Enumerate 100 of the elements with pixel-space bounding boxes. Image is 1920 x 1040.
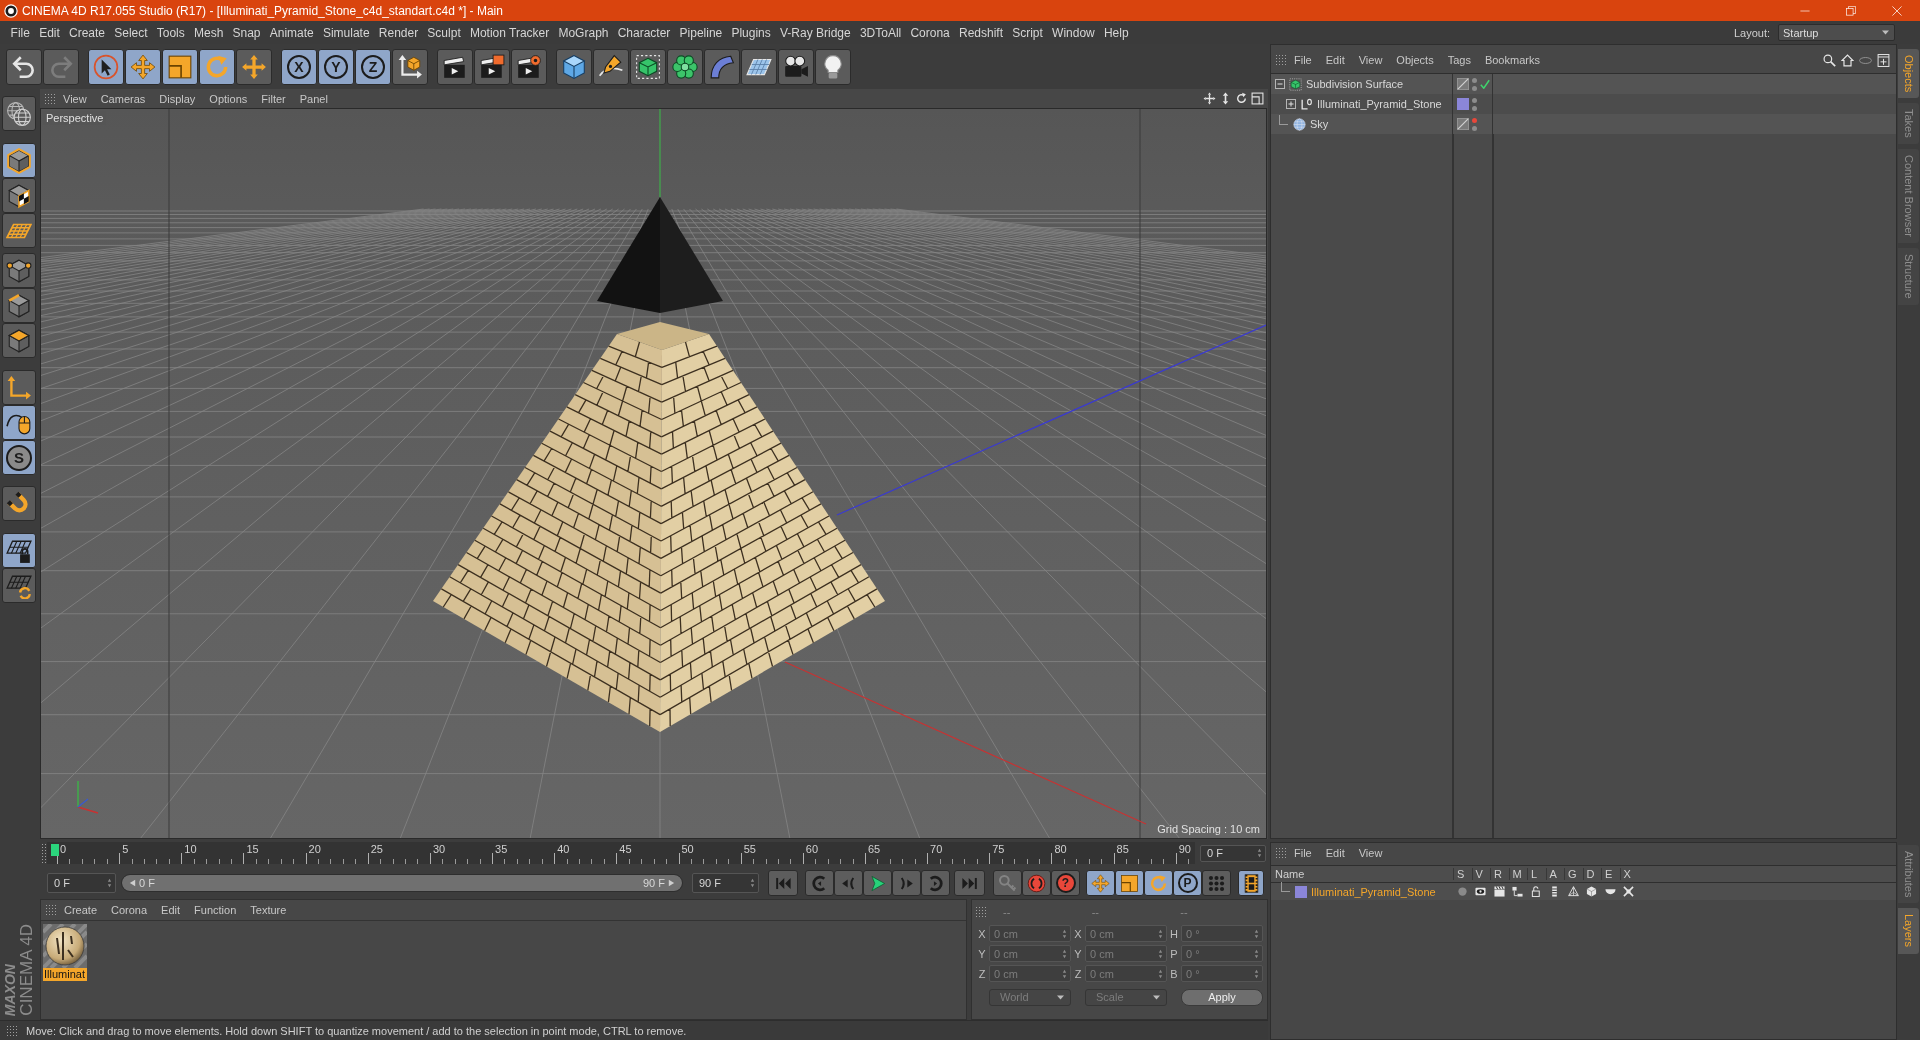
axis-lock-button[interactable]: Y [318, 48, 354, 85]
pyramid-outline-icon[interactable] [1567, 886, 1579, 897]
cube-button[interactable] [556, 48, 592, 85]
menu-item[interactable]: Edit [34, 21, 65, 44]
render-settings-button[interactable] [511, 48, 547, 85]
menu-item[interactable]: Redshift [954, 21, 1008, 44]
points-mode-button[interactable] [2, 253, 36, 288]
menu-item[interactable]: View [1351, 847, 1390, 859]
layer-row[interactable]: Illuminati_Pyramid_Stone [1271, 883, 1896, 900]
layer-color-swatch[interactable] [1457, 98, 1469, 110]
layer-name[interactable]: Illuminati_Pyramid_Stone [1311, 885, 1436, 898]
key-rotation-button[interactable] [1144, 870, 1173, 896]
menu-item[interactable]: Script [1007, 21, 1048, 44]
layer-color-swatch[interactable] [1295, 885, 1307, 898]
menu-item[interactable]: Sculpt [422, 21, 466, 44]
layout-dropdown[interactable]: Startup [1778, 24, 1895, 41]
menu-item[interactable]: Texture [243, 904, 294, 916]
bend-button[interactable] [704, 48, 740, 85]
snap-button[interactable] [2, 486, 36, 521]
solo-button[interactable]: S [2, 440, 36, 475]
padlock-icon[interactable] [1530, 886, 1542, 897]
home-icon[interactable] [1841, 53, 1854, 67]
check-icon[interactable] [1480, 79, 1490, 89]
menu-item[interactable]: MoGraph [553, 21, 614, 44]
side-tab[interactable]: Layers [1898, 908, 1919, 954]
editor-dot-icon[interactable] [1472, 117, 1477, 123]
move-arrows-icon[interactable] [1203, 92, 1216, 105]
object-name[interactable]: Illuminati_Pyramid_Stone [1317, 98, 1442, 110]
column-header[interactable]: E [1601, 868, 1620, 880]
previous-key-button[interactable] [805, 870, 834, 896]
menu-item[interactable]: Select [109, 21, 153, 44]
pen-button[interactable] [593, 48, 629, 85]
subdivision-button[interactable] [630, 48, 666, 85]
menu-item[interactable]: Tags [1440, 54, 1478, 66]
polygons-mode-button[interactable] [2, 323, 36, 358]
menu-item[interactable]: Mesh [189, 21, 228, 44]
new-panel-icon[interactable] [1877, 53, 1890, 67]
hatched-square-icon[interactable] [1457, 78, 1469, 90]
floor-button[interactable] [741, 48, 777, 85]
key-scale-button[interactable] [1115, 870, 1144, 896]
column-header[interactable]: S [1453, 868, 1472, 880]
column-header[interactable]: V [1471, 868, 1490, 880]
column-header[interactable]: D [1582, 868, 1601, 880]
timeline-button[interactable] [1238, 870, 1264, 896]
edges-mode-button[interactable] [2, 288, 36, 323]
object-name[interactable]: Subdivision Surface [1306, 78, 1404, 90]
column-header[interactable]: A [1545, 868, 1564, 880]
menu-item[interactable]: Panel [292, 92, 335, 105]
menu-item[interactable]: Plugins [726, 21, 776, 44]
menu-item[interactable]: Corona [104, 904, 155, 916]
light-button[interactable] [815, 48, 851, 85]
play-button[interactable] [863, 870, 892, 896]
menu-item[interactable]: View [56, 92, 94, 105]
key-position-button[interactable] [1086, 870, 1115, 896]
axis-lock-button[interactable]: Z [355, 48, 391, 85]
menu-item[interactable]: 3DToAll [855, 21, 906, 44]
make-editable-button[interactable] [2, 96, 36, 131]
capstone-model[interactable] [597, 197, 723, 313]
scale-tool-button[interactable] [162, 48, 198, 85]
record-button[interactable] [1022, 870, 1051, 896]
menu-item[interactable]: File [6, 21, 35, 44]
undo-button[interactable] [6, 48, 42, 85]
side-tab[interactable]: Objects [1898, 49, 1919, 99]
coordinate-system-button[interactable] [392, 48, 428, 85]
menu-item[interactable]: View [1351, 54, 1390, 66]
menu-item[interactable]: Display [152, 92, 203, 105]
menu-item[interactable]: Cameras [93, 92, 153, 105]
cloner-button[interactable] [667, 48, 703, 85]
key-parameter-button[interactable]: P [1173, 870, 1202, 896]
bowl-icon[interactable] [1604, 886, 1616, 897]
menu-item[interactable]: Options [202, 92, 255, 105]
side-tab[interactable]: Structure [1898, 248, 1919, 305]
menu-item[interactable]: Edit [1318, 847, 1352, 859]
object-name[interactable]: Sky [1310, 118, 1329, 130]
apply-button[interactable]: Apply [1181, 988, 1263, 1006]
dot-icon[interactable] [1456, 886, 1468, 897]
column-header[interactable]: L [1527, 868, 1546, 880]
workplane-lock-button[interactable] [2, 533, 36, 568]
end-frame-field[interactable]: 90 F [692, 873, 759, 893]
side-tab[interactable]: Takes [1898, 103, 1919, 145]
menu-item[interactable]: Objects [1389, 54, 1441, 66]
render-dot-icon[interactable] [1472, 125, 1477, 131]
menu-item[interactable]: File [1287, 54, 1319, 66]
go-to-end-button[interactable] [954, 870, 985, 896]
menu-item[interactable]: Simulate [318, 21, 375, 44]
axis-mode-button[interactable] [2, 370, 36, 405]
rotate-tool-button[interactable] [199, 48, 235, 85]
menu-item[interactable]: Edit [1318, 54, 1352, 66]
column-header[interactable]: Name [1271, 868, 1453, 880]
menu-item[interactable]: Create [64, 21, 110, 44]
menu-item[interactable]: Filter [254, 92, 293, 105]
menu-item[interactable]: V-Ray Bridge [775, 21, 856, 44]
render-dot-icon[interactable] [1472, 105, 1477, 111]
editor-dot-icon[interactable] [1472, 97, 1477, 103]
timeline-ruler[interactable]: 0 5 10 15 20 25 30 35 40 45 50 55 60 65 70 75 80 85 90 [47, 842, 1195, 864]
render-view-button[interactable] [437, 48, 473, 85]
menu-item[interactable]: Character [613, 21, 675, 44]
menu-item[interactable]: Function [187, 904, 244, 916]
transform-tool-button[interactable] [236, 48, 272, 85]
auto-key-button[interactable]: ? [1051, 870, 1080, 896]
